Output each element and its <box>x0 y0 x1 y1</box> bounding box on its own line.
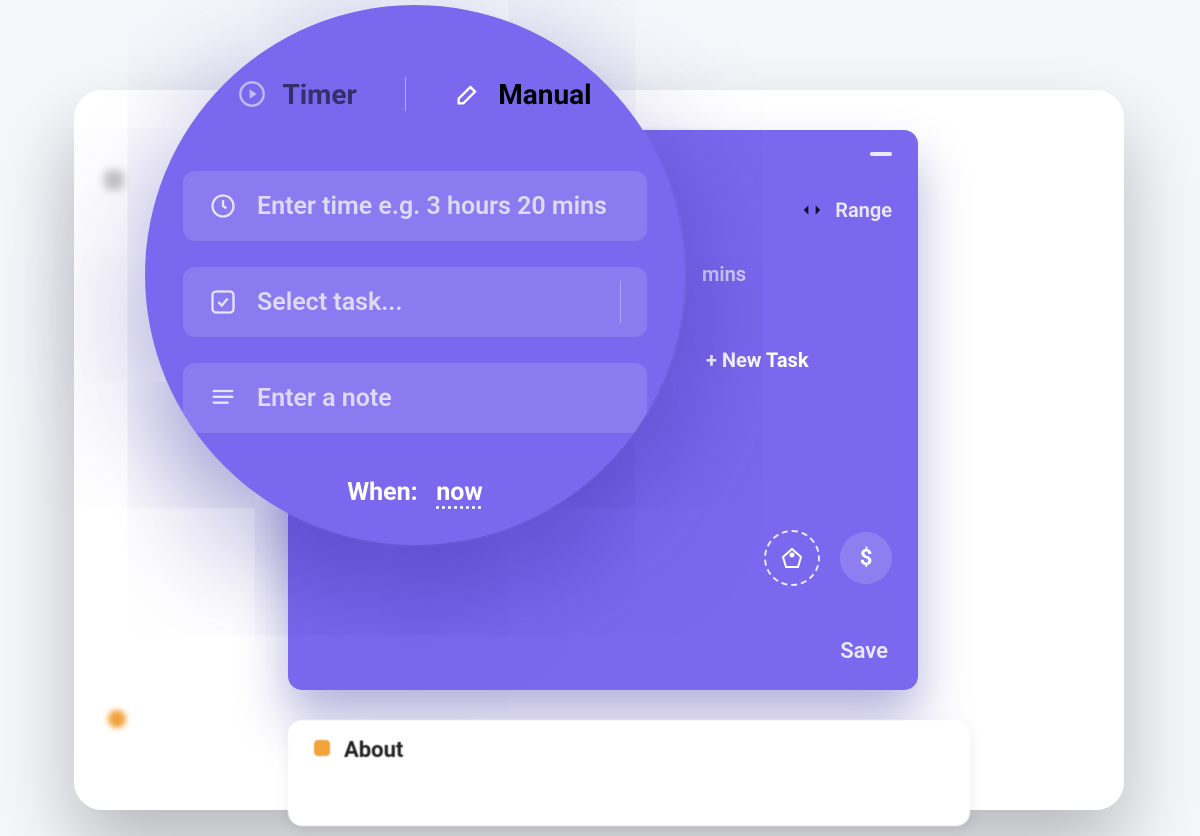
tab-timer[interactable]: Timer <box>230 77 364 111</box>
task-card-title: About <box>344 738 403 763</box>
task-card-about[interactable]: About <box>288 720 970 826</box>
time-placeholder: Enter time e.g. 3 hours 20 mins <box>257 192 607 221</box>
clock-icon <box>209 192 237 220</box>
note-placeholder: Enter a note <box>257 384 392 413</box>
status-dot <box>108 710 126 728</box>
tab-manual-label: Manual <box>498 78 591 111</box>
range-toggle[interactable]: Range <box>801 198 892 222</box>
field-divider <box>620 281 621 323</box>
billable-button[interactable]: $ <box>840 532 892 584</box>
time-placeholder-tail: mins <box>702 262 746 286</box>
task-select[interactable]: Select task... <box>183 267 647 337</box>
range-label: Range <box>835 198 892 222</box>
range-icon <box>801 199 823 221</box>
task-placeholder: Select task... <box>257 288 403 317</box>
when-label: When: <box>347 478 417 507</box>
new-task-button[interactable]: + New Task <box>706 348 809 372</box>
note-input[interactable]: Enter a note <box>183 363 647 433</box>
tab-timer-label: Timer <box>282 78 356 111</box>
tab-separator <box>405 77 407 111</box>
dollar-icon: $ <box>860 546 873 571</box>
magnifier-lens: Timer Manual Enter time e.g. 3 hours 20 … <box>145 5 685 545</box>
play-circle-icon <box>238 80 266 108</box>
when-value: now <box>436 478 482 507</box>
tab-manual[interactable]: Manual <box>446 77 599 111</box>
edit-icon <box>454 80 482 108</box>
save-button[interactable]: Save <box>840 639 888 664</box>
tags-button[interactable] <box>764 530 820 586</box>
time-input[interactable]: Enter time e.g. 3 hours 20 mins <box>183 171 647 241</box>
minimize-button[interactable] <box>870 152 892 156</box>
task-color-chip <box>314 740 330 756</box>
note-lines-icon <box>209 384 237 412</box>
when-display[interactable]: When: now <box>145 478 685 507</box>
task-check-icon <box>209 288 237 316</box>
tags-icon <box>780 546 804 570</box>
